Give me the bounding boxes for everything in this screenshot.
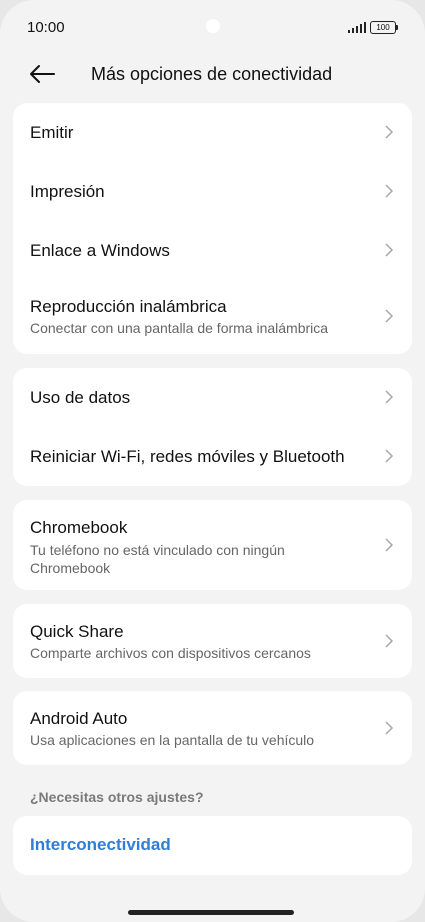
page-title: Más opciones de conectividad <box>91 64 333 84</box>
link-label: Interconectividad <box>30 835 171 854</box>
row-subtitle: Usa aplicaciones en la pantalla de tu ve… <box>30 732 315 748</box>
row-subtitle-line2: Chromebook <box>30 560 111 576</box>
quick-share-card: Quick Share Comparte archivos con dispos… <box>13 604 412 678</box>
chevron-right-icon <box>385 184 394 198</box>
chevron-right-icon <box>385 449 394 463</box>
row-enlace-windows[interactable]: Enlace a Windows <box>13 222 412 282</box>
chevron-right-icon <box>385 243 394 257</box>
row-uso-datos[interactable]: Uso de datos <box>13 368 412 427</box>
connectivity-card: Emitir Impresión Enlace a Windows Reprod… <box>13 103 412 354</box>
row-reproduccion-inalambrica[interactable]: Reproducción inalámbrica Conectar con un… <box>13 282 412 354</box>
row-subtitle-line1: Tu teléfono no está vinculado con ningún <box>30 542 285 558</box>
row-label: Reiniciar Wi-Fi, redes móviles y Bluetoo… <box>30 447 345 466</box>
row-quick-share[interactable]: Quick Share Comparte archivos con dispos… <box>13 604 412 678</box>
interconnectivity-card: Interconectividad <box>13 816 412 875</box>
row-android-auto[interactable]: Android Auto Usa aplicaciones en la pant… <box>13 691 412 765</box>
interconectividad-link[interactable]: Interconectividad <box>13 816 412 875</box>
row-label: Impresión <box>30 182 105 201</box>
phone-screen: 10:00 100 Más opciones de conectividad E… <box>0 0 425 922</box>
row-label: Reproducción inalámbrica <box>30 297 227 316</box>
back-arrow-icon[interactable] <box>28 62 56 86</box>
app-header: Más opciones de conectividad <box>0 50 425 100</box>
row-label: Emitir <box>30 123 74 142</box>
chevron-right-icon <box>385 634 394 648</box>
row-subtitle: Conectar con una pantalla de forma inalá… <box>30 320 329 336</box>
signal-icon <box>348 22 366 33</box>
android-auto-card: Android Auto Usa aplicaciones en la pant… <box>13 691 412 765</box>
row-label: Android Auto <box>30 709 128 728</box>
row-emitir[interactable]: Emitir <box>13 103 412 162</box>
row-label: Uso de datos <box>30 388 131 407</box>
row-label: Quick Share <box>30 622 124 641</box>
battery-icon: 100 <box>370 21 398 34</box>
section-heading: ¿Necesitas otros ajustes? <box>30 789 204 805</box>
row-impresion[interactable]: Impresión <box>13 162 412 222</box>
row-subtitle: Comparte archivos con dispositivos cerca… <box>30 645 311 661</box>
chevron-right-icon <box>385 390 394 404</box>
row-label: Enlace a Windows <box>30 241 170 260</box>
chevron-right-icon <box>385 125 394 139</box>
gesture-nav-bar[interactable] <box>128 910 294 915</box>
chevron-right-icon <box>385 538 394 552</box>
chromebook-card: Chromebook Tu teléfono no está vinculado… <box>13 500 412 590</box>
status-bar: 10:00 100 <box>0 0 425 56</box>
front-camera <box>206 19 220 33</box>
row-reiniciar[interactable]: Reiniciar Wi-Fi, redes móviles y Bluetoo… <box>13 427 412 486</box>
chevron-right-icon <box>385 309 394 323</box>
status-time: 10:00 <box>27 19 65 36</box>
row-chromebook[interactable]: Chromebook Tu teléfono no está vinculado… <box>13 500 412 590</box>
data-card: Uso de datos Reiniciar Wi-Fi, redes móvi… <box>13 368 412 486</box>
chevron-right-icon <box>385 721 394 735</box>
row-label: Chromebook <box>30 518 128 537</box>
